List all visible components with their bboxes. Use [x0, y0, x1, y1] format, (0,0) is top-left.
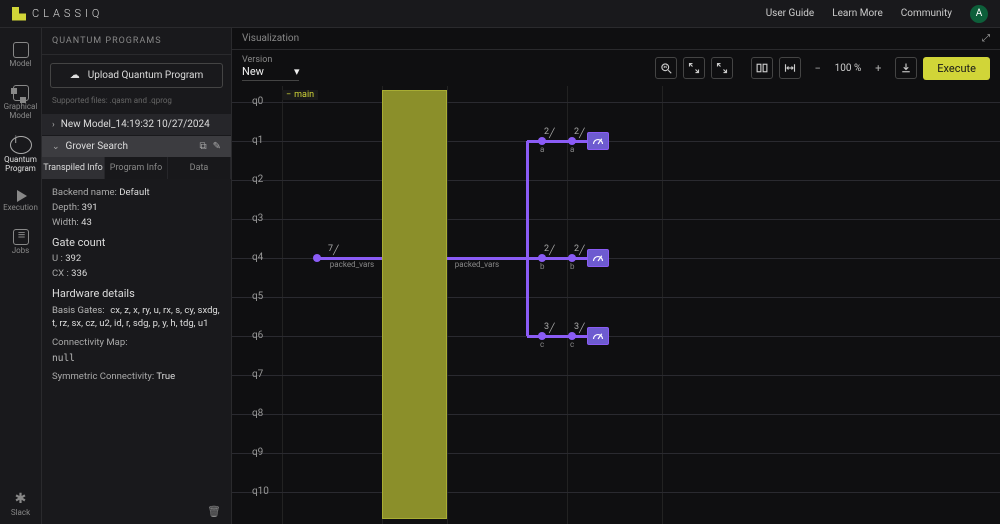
side-heading: QUANTUM PROGRAMS — [42, 28, 231, 55]
diagram-icon — [13, 85, 29, 101]
trash-icon[interactable]: 🗑 — [207, 505, 221, 518]
link-learn-more[interactable]: Learn More — [832, 8, 883, 19]
link-community[interactable]: Community — [901, 8, 952, 19]
measure-gate[interactable] — [587, 249, 609, 267]
zoom-out-button[interactable]: − — [807, 57, 829, 79]
info-tabs: Transpiled Info Program Info Data — [42, 157, 231, 179]
qubit-label: q2 — [252, 174, 263, 185]
circuit-diagram[interactable]: q0q1q2q3q4q5q6q7q8q9q10−main7╱packed_var… — [232, 86, 1000, 524]
expand-icon[interactable]: ⤢ — [982, 33, 990, 44]
measure-gate[interactable] — [587, 132, 609, 150]
qubit-label: q1 — [252, 135, 263, 146]
rail-jobs[interactable]: Jobs — [0, 223, 41, 262]
canvas-title: Visualization — [242, 33, 299, 44]
brand-text: CLASSIQ — [32, 7, 103, 20]
top-links: User Guide Learn More Community A — [766, 5, 988, 23]
search-code-icon[interactable] — [655, 57, 677, 79]
program-item[interactable]: › New Model_14:19:32 10/27/2024 — [42, 113, 231, 135]
qubit-label: q4 — [252, 252, 263, 263]
chevron-down-icon: ⌄ — [52, 142, 60, 152]
side-footer: 🗑 — [42, 499, 231, 524]
qubit-label: q5 — [252, 291, 263, 302]
info-icon — [10, 136, 32, 154]
transpiled-info: Backend name: Default Depth: 391 Width: … — [42, 179, 231, 394]
fit-horizontal-icon[interactable] — [779, 57, 801, 79]
list-icon — [13, 229, 29, 245]
minus-icon[interactable]: − — [286, 90, 291, 100]
tab-program[interactable]: Program Info — [105, 157, 168, 179]
rail-graphical-model[interactable]: Graphical Model — [0, 79, 41, 127]
rail-quantum-program[interactable]: Quantum Program — [0, 130, 41, 180]
link-user-guide[interactable]: User Guide — [766, 8, 815, 19]
brand-logo: CLASSIQ — [12, 7, 103, 21]
main-block-tag[interactable]: −main — [282, 90, 318, 100]
cloud-upload-icon: ☁ — [70, 70, 80, 81]
program-tree: › New Model_14:19:32 10/27/2024 ⌄ Grover… — [42, 113, 231, 157]
tab-data[interactable]: Data — [168, 157, 231, 179]
rail-execution[interactable]: Execution — [0, 184, 41, 219]
play-icon — [17, 190, 27, 202]
side-panel: QUANTUM PROGRAMS ☁ Upload Quantum Progra… — [42, 28, 232, 524]
execute-button[interactable]: Execute — [923, 57, 990, 80]
measure-gate[interactable] — [587, 327, 609, 345]
cube-icon — [13, 42, 29, 58]
upload-hint: Supported files: .qasm and .qprog — [52, 96, 221, 105]
rail-slack[interactable]: ✱ Slack — [0, 485, 41, 524]
rail-model[interactable]: Model — [0, 36, 41, 75]
logo-icon — [12, 7, 26, 21]
collapse-all-icon[interactable] — [683, 57, 705, 79]
canvas-toolbar: − 100 % + Execute — [655, 57, 990, 80]
chevron-right-icon: › — [52, 120, 55, 130]
visualization-canvas: Visualization ⤢ Version New ▾ − 100 % + — [232, 28, 1000, 524]
qubit-label: q9 — [252, 447, 263, 458]
zoom-in-button[interactable]: + — [867, 57, 889, 79]
copy-icon[interactable]: ⧉ — [199, 141, 206, 152]
qubit-label: q10 — [252, 486, 269, 497]
version-selector[interactable]: Version New ▾ — [242, 55, 299, 81]
nav-rail: Model Graphical Model Quantum Program Ex… — [0, 28, 42, 524]
avatar[interactable]: A — [970, 5, 988, 23]
topbar: CLASSIQ User Guide Learn More Community … — [0, 0, 1000, 28]
tab-transpiled[interactable]: Transpiled Info — [42, 157, 105, 179]
fit-width-icon[interactable] — [751, 57, 773, 79]
download-icon[interactable] — [895, 57, 917, 79]
slack-icon: ✱ — [15, 491, 27, 507]
upload-button[interactable]: ☁ Upload Quantum Program — [50, 63, 223, 88]
qubit-label: q7 — [252, 369, 263, 380]
qubit-label: q8 — [252, 408, 263, 419]
zoom-value: 100 % — [835, 63, 862, 74]
qubit-label: q0 — [252, 96, 263, 107]
expand-all-icon[interactable] — [711, 57, 733, 79]
program-item-active[interactable]: ⌄ Grover Search ⧉ ✎ — [42, 135, 231, 157]
qubit-label: q6 — [252, 330, 263, 341]
qubit-label: q3 — [252, 213, 263, 224]
main-operator-block[interactable] — [382, 90, 447, 519]
caret-down-icon: ▾ — [294, 65, 300, 78]
edit-icon[interactable]: ✎ — [213, 141, 221, 152]
